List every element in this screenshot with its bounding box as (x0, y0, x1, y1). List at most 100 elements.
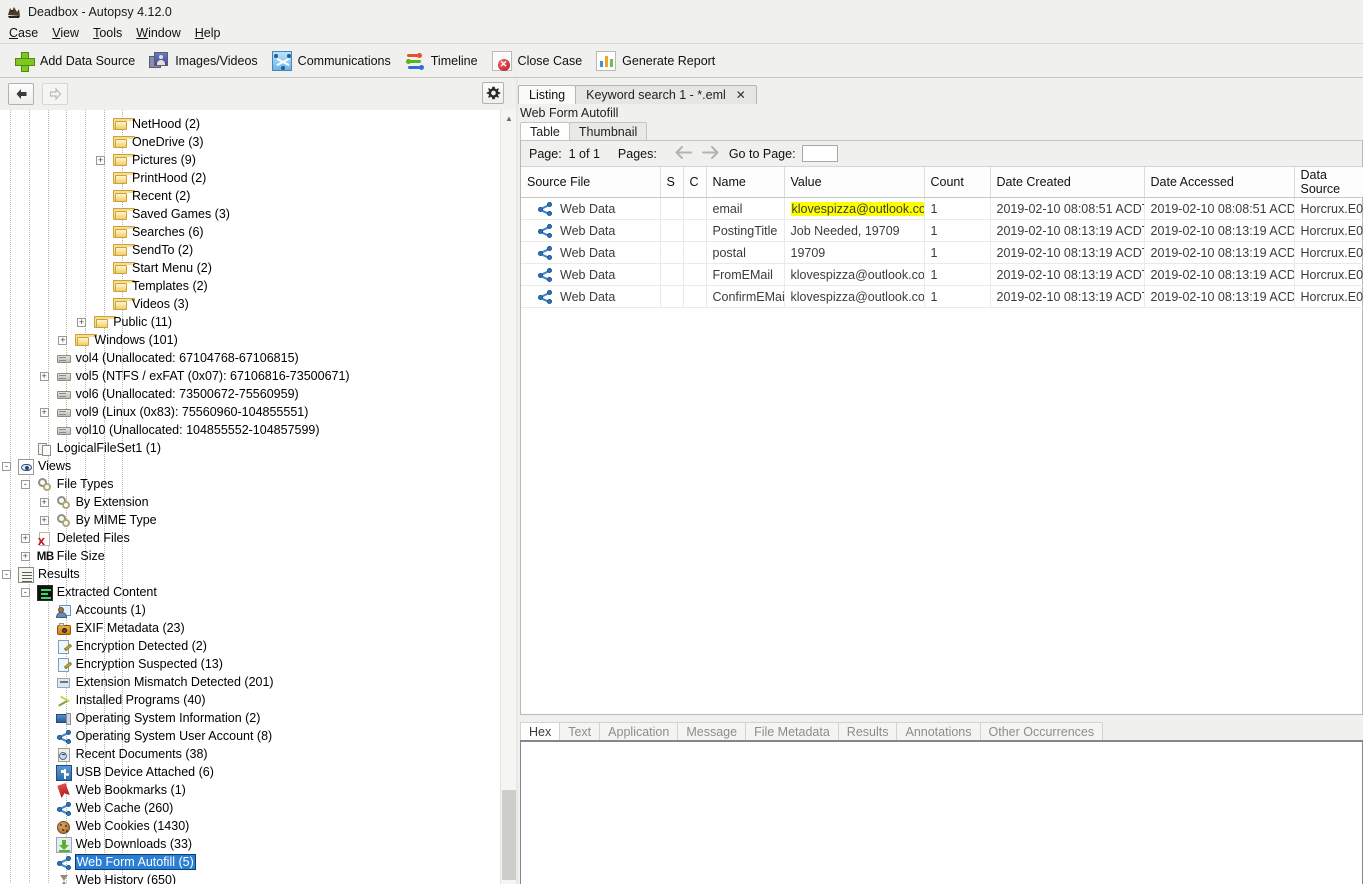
tree-node[interactable]: NetHood (2) (0, 116, 500, 134)
expand-node-icon[interactable]: + (39, 408, 49, 417)
content-viewer-tab-bar[interactable]: Hex Text Application Message File Metadata Re… (520, 722, 1104, 740)
table-column-header[interactable]: Source File (521, 167, 661, 198)
tree-node[interactable]: PrintHood (2) (0, 170, 500, 188)
content-viewer-tab-results[interactable]: Results (837, 722, 898, 740)
tree-node[interactable]: Accounts (1) (0, 602, 500, 620)
table-row[interactable]: Web Data PostingTitle Job Needed, 19709 1 20… (521, 219, 1363, 242)
table-row[interactable]: Web Data email klovespizza@outlook.com 1 201… (521, 197, 1363, 220)
forward-button[interactable] (42, 83, 68, 105)
prev-page-icon[interactable] (675, 145, 692, 162)
expand-node-icon[interactable]: + (20, 534, 30, 543)
scrollbar-thumb[interactable] (502, 790, 516, 880)
tree-node[interactable]: - Views (0, 458, 500, 476)
tree-node[interactable]: + MB File Size (0, 548, 500, 566)
expand-node-icon[interactable]: + (39, 372, 49, 381)
tree-node[interactable]: Start Menu (2) (0, 260, 500, 278)
content-viewer-tab-hex[interactable]: Hex (520, 722, 561, 740)
tree-vertical-scrollbar[interactable]: ▲ (500, 110, 516, 884)
tree-node[interactable]: + Windows (101) (0, 332, 500, 350)
scroll-up-icon[interactable]: ▲ (501, 110, 516, 126)
tree-node[interactable]: Web Bookmarks (1) (0, 782, 500, 800)
tree-node[interactable]: Web Cache (260) (0, 800, 500, 818)
tree-node[interactable]: SendTo (2) (0, 242, 500, 260)
tab-thumbnail[interactable]: Thumbnail (568, 122, 648, 140)
next-page-icon[interactable] (701, 145, 719, 162)
content-viewer-tab-message[interactable]: Message (677, 722, 747, 740)
table-row[interactable]: Web Data postal 19709 1 2019-02-10 08:13:19 … (521, 241, 1363, 264)
table-column-header[interactable]: C (683, 167, 707, 198)
tree-node[interactable]: Operating System User Account (8) (0, 728, 500, 746)
collapse-node-icon[interactable]: - (2, 462, 11, 471)
menu-window[interactable]: Window (129, 25, 187, 41)
generate-report-button[interactable]: Generate Report (589, 47, 722, 75)
collapse-node-icon[interactable]: - (20, 588, 30, 597)
tree-node[interactable]: + Pictures (9) (0, 152, 500, 170)
tree-node[interactable]: - Results (0, 566, 500, 584)
expand-node-icon[interactable]: + (39, 516, 49, 525)
communications-button[interactable]: Communications (265, 47, 398, 75)
tree-node[interactable]: Encryption Suspected (13) (0, 656, 500, 674)
tab-table[interactable]: Table (520, 122, 570, 140)
table-row[interactable]: Web Data FromEMail klovespizza@outlook.com… (521, 263, 1363, 286)
tree-node[interactable]: - Extracted Content (0, 584, 500, 602)
tree-node[interactable]: Web History (650) (0, 872, 500, 884)
tree-node[interactable]: Web Form Autofill (5) (0, 854, 500, 872)
tree-node[interactable]: Installed Programs (40) (0, 692, 500, 710)
tree-node[interactable]: Videos (3) (0, 296, 500, 314)
content-viewer-tab-annotations[interactable]: Annotations (896, 722, 981, 740)
expand-node-icon[interactable]: + (77, 318, 87, 327)
menu-view[interactable]: View (45, 25, 86, 41)
table-column-header[interactable]: Date Accessed (1144, 167, 1295, 198)
tree-node[interactable]: + vol5 (NTFS / exFAT (0x07): 67106816-735… (0, 368, 500, 386)
tree-node[interactable]: Operating System Information (2) (0, 710, 500, 728)
tree-node[interactable]: OneDrive (3) (0, 134, 500, 152)
results-table[interactable]: Source File S C Name Value Count Date Created D… (521, 167, 1363, 308)
content-viewer-tab-file-metadata[interactable]: File Metadata (745, 722, 839, 740)
tree-node[interactable]: + Public (11) (0, 314, 500, 332)
close-case-button[interactable]: ✕ Close Case (485, 47, 590, 75)
timeline-button[interactable]: Timeline (398, 47, 485, 75)
tree-node[interactable]: vol6 (Unallocated: 73500672-75560959) (0, 386, 500, 404)
images-videos-button[interactable]: Images/Videos (142, 47, 264, 75)
tree-node[interactable]: USB Device Attached (6) (0, 764, 500, 782)
expand-node-icon[interactable]: + (58, 336, 68, 345)
horizontal-splitter[interactable] (520, 715, 1363, 720)
content-viewer-tab-text[interactable]: Text (559, 722, 601, 740)
tree-settings-button[interactable] (482, 82, 504, 104)
tree-node[interactable]: Saved Games (3) (0, 206, 500, 224)
back-button[interactable] (8, 83, 34, 105)
directory-tree[interactable]: NetHood (2) OneDrive (3) + Pictures (9) Prin… (0, 110, 500, 884)
content-viewer-tab-other-occurrences[interactable]: Other Occurrences (979, 722, 1104, 740)
expand-node-icon[interactable]: + (20, 552, 30, 561)
tree-node[interactable]: + By Extension (0, 494, 500, 512)
tree-node[interactable]: Web Cookies (1430) (0, 818, 500, 836)
table-body[interactable]: Web Data email klovespizza@outlook.com 1 201… (521, 197, 1363, 308)
tree-node[interactable]: Searches (6) (0, 224, 500, 242)
expand-node-icon[interactable]: + (39, 498, 49, 507)
collapse-node-icon[interactable]: - (20, 480, 30, 489)
tree-node[interactable]: + vol9 (Linux (0x83): 75560960-104855551) (0, 404, 500, 422)
table-column-header[interactable]: Data Source (1294, 167, 1363, 198)
expand-node-icon[interactable]: + (96, 156, 105, 165)
tree-node[interactable]: vol10 (Unallocated: 104855552-104857599) (0, 422, 500, 440)
table-row[interactable]: Web Data ConfirmEMail klovespizza@outlook.… (521, 285, 1363, 308)
table-column-header[interactable]: Name (706, 167, 785, 198)
table-column-header[interactable]: S (660, 167, 684, 198)
tree-node[interactable]: Extension Mismatch Detected (201) (0, 674, 500, 692)
tab-listing[interactable]: Listing (518, 85, 577, 104)
table-column-header[interactable]: Count (924, 167, 991, 198)
tree-node[interactable]: Web Downloads (33) (0, 836, 500, 854)
tree-node[interactable]: Recent (2) (0, 188, 500, 206)
tree-node[interactable]: Templates (2) (0, 278, 500, 296)
tree-node[interactable]: Encryption Detected (2) (0, 638, 500, 656)
tab-keyword-search[interactable]: Keyword search 1 - *.eml ✕ (575, 85, 757, 104)
tree-node[interactable]: - File Types (0, 476, 500, 494)
tree-node[interactable]: EXIF Metadata (23) (0, 620, 500, 638)
add-data-source-button[interactable]: Add Data Source (7, 47, 142, 75)
table-column-header[interactable]: Date Created (990, 167, 1145, 198)
menu-help[interactable]: Help (188, 25, 228, 41)
tree-node[interactable]: Recent Documents (38) (0, 746, 500, 764)
tree-node[interactable]: LogicalFileSet1 (1) (0, 440, 500, 458)
table-column-header[interactable]: Value (784, 167, 925, 198)
tree-node[interactable]: + x Deleted Files (0, 530, 500, 548)
